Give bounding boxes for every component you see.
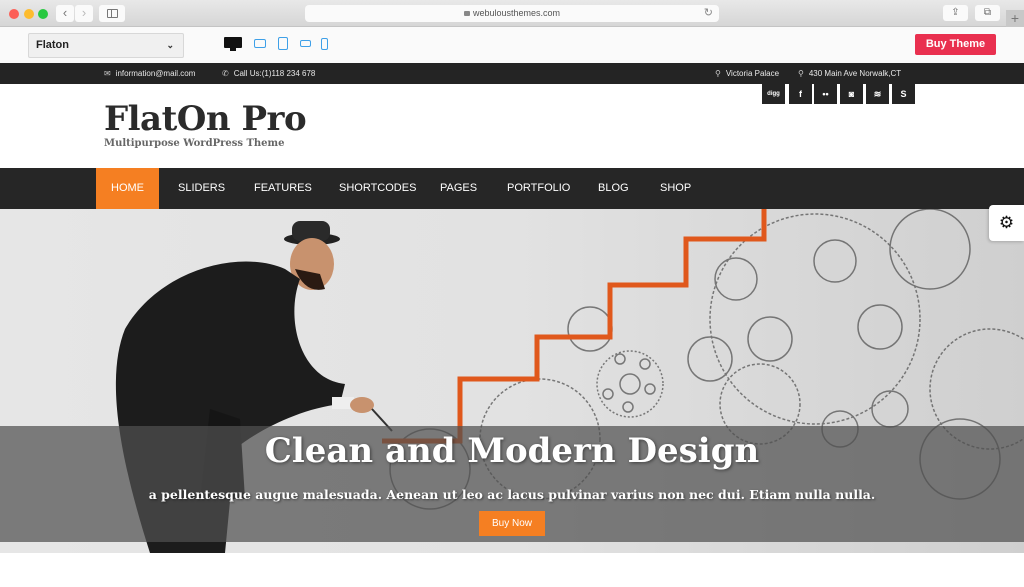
site-topbar: ✉ information@mail.com ✆ Call Us:(1)118 23… [0, 63, 1024, 84]
new-tab-button[interactable]: + [1006, 10, 1024, 27]
map-pin-icon: ⚲ [798, 69, 804, 78]
facebook-icon[interactable]: f [789, 84, 812, 104]
nav-item-portfolio[interactable]: PORTFOLIO [507, 168, 570, 209]
nav-item-sliders[interactable]: SLIDERS [178, 168, 225, 209]
window-minimize-button[interactable] [24, 9, 34, 19]
back-button[interactable]: ‹ [56, 5, 74, 22]
browser-titlebar: ‹ › webulousthemes.com ↻ ⇪ ⧉ + [0, 0, 1024, 27]
share-icon: ⇪ [951, 7, 960, 18]
nav-item-features[interactable]: FEATURES [254, 168, 312, 209]
gear-icon: ⚙ [998, 213, 1015, 232]
window-maximize-button[interactable] [38, 9, 48, 19]
skype-icon[interactable]: S [892, 84, 915, 104]
theme-demo-bar: Flaton ⌄ Buy Theme [0, 27, 1024, 63]
plus-icon: + [1010, 10, 1020, 26]
tablet-landscape-view-icon[interactable] [254, 39, 266, 48]
buy-now-button[interactable]: Buy Now [479, 511, 545, 536]
phone-landscape-view-icon[interactable] [300, 40, 311, 47]
main-navigation: HOME SLIDERS FEATURES SHORTCODES PAGES P… [0, 168, 1024, 209]
orange-staircase [382, 209, 767, 444]
phone-icon: ✆ [222, 69, 229, 78]
reload-icon[interactable]: ↻ [704, 5, 713, 22]
location-1-text: Victoria Palace [725, 69, 780, 78]
url-text: webulousthemes.com [472, 8, 561, 18]
digg-icon[interactable]: digg [762, 84, 785, 104]
share-button[interactable]: ⇪ [943, 5, 968, 21]
tablet-portrait-view-icon[interactable] [278, 37, 288, 50]
nav-item-home[interactable]: HOME [96, 168, 159, 209]
flickr-icon[interactable]: •• [814, 84, 837, 104]
buy-theme-button[interactable]: Buy Theme [915, 34, 996, 55]
topbar-phone: ✆ Call Us:(1)118 234 678 [222, 63, 315, 84]
tabs-icon: ⧉ [983, 7, 992, 18]
topbar-email[interactable]: ✉ information@mail.com [104, 63, 195, 84]
envelope-icon: ✉ [104, 69, 111, 78]
location-2-text: 430 Main Ave Norwalk,CT [808, 69, 902, 78]
site-logo[interactable]: FlatOn Pro [104, 99, 307, 139]
hero-title: Clean and Modern Design [264, 431, 760, 471]
address-bar[interactable]: webulousthemes.com ↻ [305, 5, 719, 22]
desktop-view-icon[interactable] [224, 37, 242, 51]
chevron-left-icon: ‹ [62, 5, 68, 20]
topbar-location-2: ⚲ 430 Main Ave Norwalk,CT [798, 63, 901, 84]
sidebar-icon [107, 9, 118, 18]
forward-button[interactable]: › [75, 5, 93, 22]
nav-item-blog[interactable]: BLOG [598, 168, 629, 209]
email-text: information@mail.com [115, 69, 196, 78]
nav-item-shop[interactable]: SHOP [660, 168, 691, 209]
phone-text: Call Us:(1)118 234 678 [233, 69, 316, 78]
site-tagline: Multipurpose WordPress Theme [104, 138, 285, 149]
settings-panel-toggle[interactable]: ⚙ [989, 205, 1024, 241]
topbar-location-1: ⚲ Victoria Palace [715, 63, 779, 84]
hero-subtitle: a pellentesque augue malesuada. Aenean u… [148, 487, 876, 502]
chevron-down-icon: ⌄ [166, 40, 174, 50]
hero-slider: Clean and Modern Design a pellentesque a… [0, 209, 1024, 553]
phone-portrait-view-icon[interactable] [321, 38, 328, 50]
chevron-right-icon: › [81, 5, 87, 20]
window-close-button[interactable] [9, 9, 19, 19]
theme-select-value: Flaton [36, 39, 69, 51]
show-tabs-button[interactable]: ⧉ [975, 5, 1000, 21]
rss-icon[interactable]: ≋ [866, 84, 889, 104]
lock-icon [463, 11, 470, 16]
map-pin-icon: ⚲ [715, 69, 721, 78]
instagram-icon[interactable]: ◙ [840, 84, 863, 104]
nav-item-pages[interactable]: PAGES [440, 168, 477, 209]
theme-select[interactable]: Flaton ⌄ [28, 33, 184, 58]
sidebar-toggle-button[interactable] [99, 5, 125, 22]
nav-item-shortcodes[interactable]: SHORTCODES [339, 168, 416, 209]
